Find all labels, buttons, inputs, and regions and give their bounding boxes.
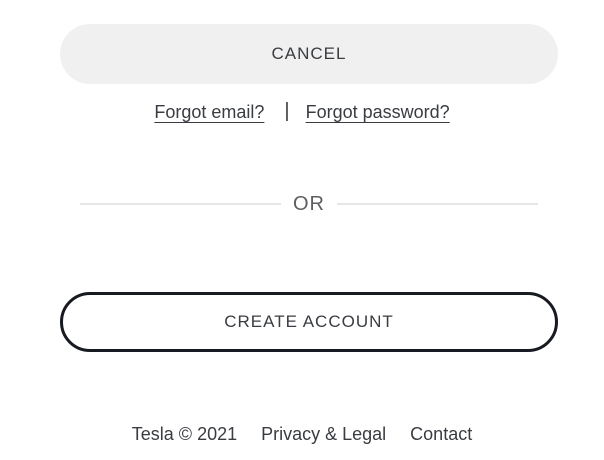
- or-label: OR: [293, 192, 325, 215]
- forgot-email-link[interactable]: Forgot email?: [154, 102, 264, 123]
- or-divider: OR: [80, 190, 538, 218]
- divider-line-left: [80, 203, 281, 205]
- privacy-legal-link[interactable]: Privacy & Legal: [261, 424, 386, 445]
- footer: Tesla © 2021 Privacy & Legal Contact: [0, 420, 604, 448]
- contact-link[interactable]: Contact: [410, 424, 472, 445]
- cancel-button[interactable]: CANCEL: [60, 24, 558, 84]
- divider-line-right: [337, 203, 538, 205]
- link-separator: |: [284, 99, 290, 122]
- forgot-password-link[interactable]: Forgot password?: [306, 102, 450, 123]
- forgot-links-row: Forgot email? | Forgot password?: [0, 98, 604, 126]
- create-account-button[interactable]: CREATE ACCOUNT: [60, 292, 558, 352]
- copyright-text: Tesla © 2021: [131, 423, 238, 444]
- sign-in-page: CANCEL Forgot email? | Forgot password? …: [0, 0, 604, 460]
